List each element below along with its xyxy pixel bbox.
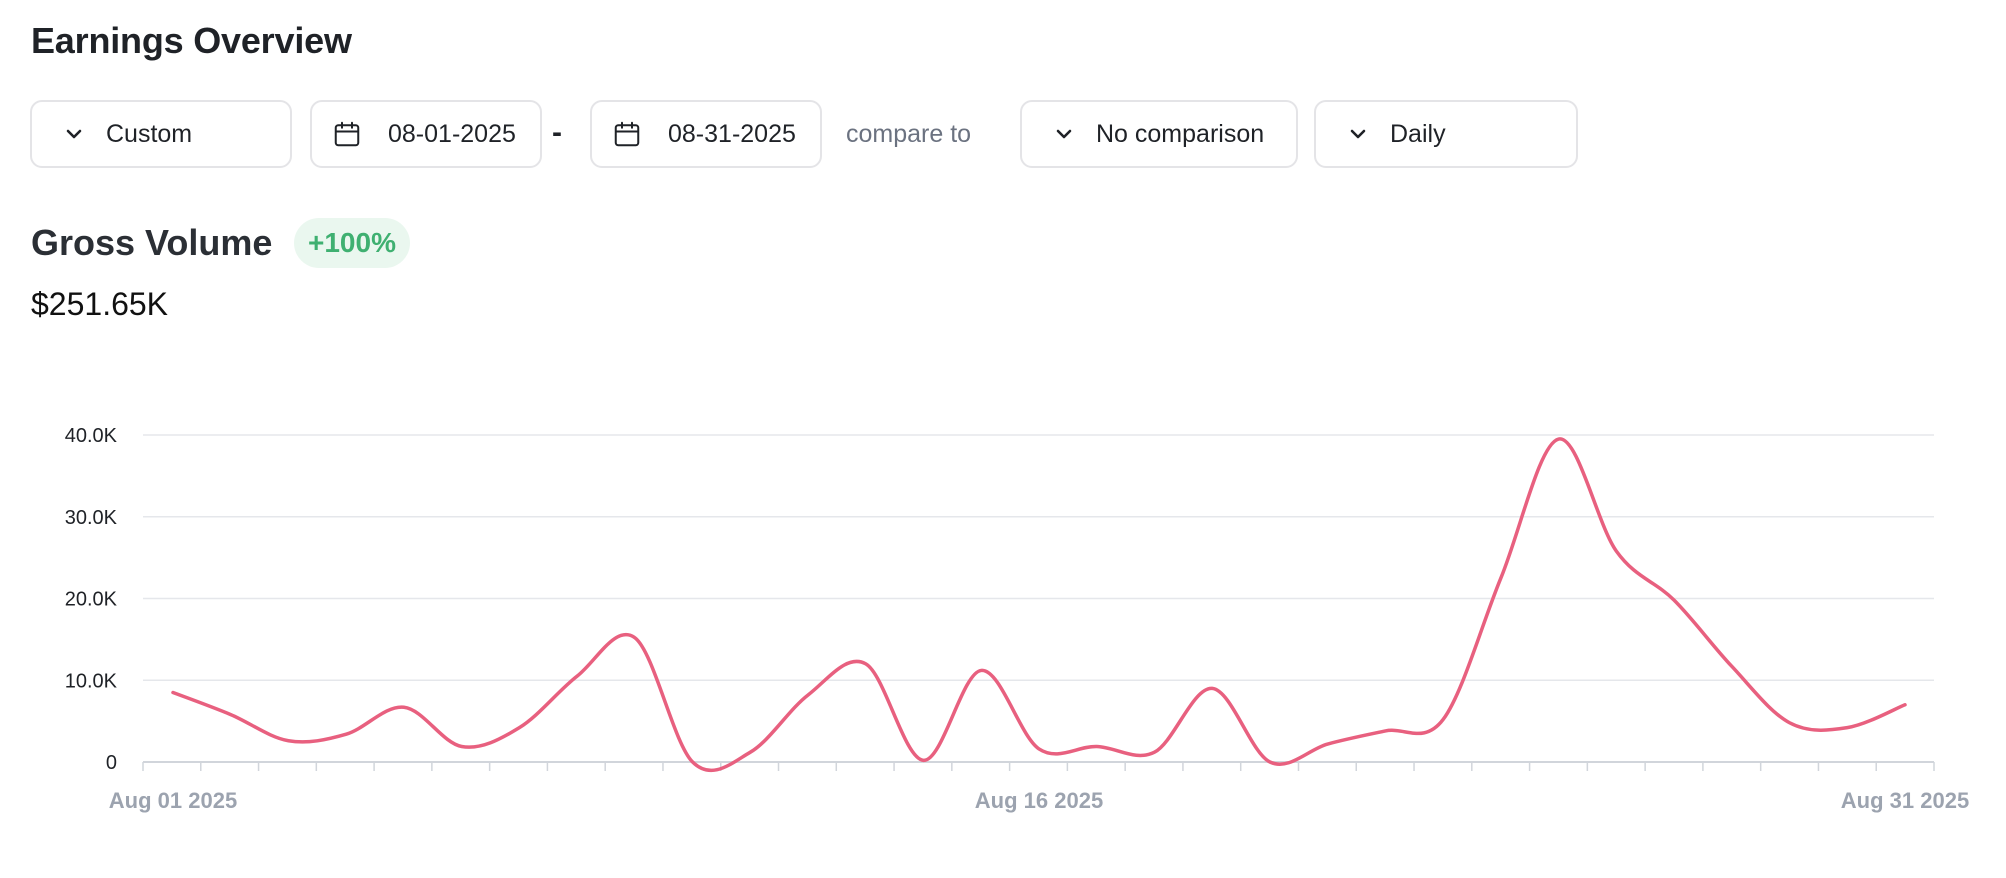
- date-range-separator: -: [552, 116, 562, 149]
- data-point[interactable]: [456, 740, 468, 752]
- compare-to-label: compare to: [846, 120, 972, 148]
- metric-value: $251.65K: [31, 286, 169, 322]
- data-point[interactable]: [1784, 717, 1796, 729]
- y-tick-label: 40.0K: [65, 425, 118, 447]
- data-point[interactable]: [1841, 722, 1853, 734]
- x-tick-label: Aug 31 2025: [1841, 788, 1969, 813]
- data-point[interactable]: [802, 689, 814, 701]
- data-point[interactable]: [1899, 699, 1911, 711]
- data-point[interactable]: [1322, 738, 1334, 750]
- data-point[interactable]: [1033, 743, 1045, 755]
- end-date-picker[interactable]: 08-31-2025: [590, 100, 822, 168]
- filter-bar: Custom 08-01-2025 - 08-31-2025 compare t…: [30, 100, 1980, 168]
- data-point[interactable]: [571, 670, 583, 682]
- data-point[interactable]: [1553, 433, 1565, 445]
- gross-volume-line-chart: 0 10.0K 20.0K 30.0K 40.0K Aug 01 2025 Aug 16 2…: [65, 425, 1969, 813]
- data-point[interactable]: [1610, 545, 1622, 557]
- range-preset-label: Custom: [106, 119, 193, 148]
- data-point[interactable]: [225, 709, 237, 721]
- data-point[interactable]: [1437, 713, 1449, 725]
- y-tick-label: 20.0K: [65, 589, 118, 611]
- data-point[interactable]: [1206, 682, 1218, 694]
- data-point[interactable]: [918, 754, 930, 766]
- data-point[interactable]: [1264, 756, 1276, 768]
- data-point[interactable]: [744, 746, 756, 758]
- data-point[interactable]: [513, 722, 525, 734]
- data-point[interactable]: [282, 735, 294, 747]
- data-point[interactable]: [1668, 594, 1680, 606]
- y-tick-label: 0: [106, 752, 117, 774]
- comparison-label: No comparison: [1096, 119, 1265, 148]
- chevron-down-icon: [66, 129, 82, 139]
- x-tick-label: Aug 01 2025: [109, 788, 237, 813]
- end-date-value: 08-31-2025: [668, 119, 796, 148]
- chevron-down-icon: [1350, 129, 1366, 139]
- range-preset-dropdown[interactable]: Custom: [30, 100, 292, 168]
- data-point[interactable]: [340, 728, 352, 740]
- data-point[interactable]: [687, 756, 699, 768]
- change-badge: +100%: [294, 218, 410, 268]
- x-tick-label: Aug 16 2025: [975, 788, 1103, 813]
- comparison-dropdown[interactable]: No comparison: [1020, 100, 1298, 168]
- data-point[interactable]: [398, 701, 410, 713]
- data-point[interactable]: [860, 658, 872, 670]
- data-point[interactable]: [1379, 725, 1391, 737]
- y-tick-label: 30.0K: [65, 507, 118, 529]
- data-point[interactable]: [1091, 740, 1103, 752]
- data-point[interactable]: [167, 687, 179, 699]
- data-point[interactable]: [1495, 572, 1507, 584]
- calendar-icon: [334, 121, 360, 147]
- calendar-icon: [614, 121, 640, 147]
- data-point[interactable]: [975, 664, 987, 676]
- series-line: [171, 437, 1907, 773]
- data-point[interactable]: [1148, 746, 1160, 758]
- interval-dropdown[interactable]: Daily: [1314, 100, 1578, 168]
- page-title: Earnings Overview: [31, 20, 352, 61]
- start-date-value: 08-01-2025: [388, 119, 516, 148]
- data-point[interactable]: [1726, 660, 1738, 672]
- data-point[interactable]: [629, 632, 641, 644]
- chevron-down-icon: [1056, 129, 1072, 139]
- start-date-picker[interactable]: 08-01-2025: [310, 100, 542, 168]
- metric-title: Gross Volume: [31, 222, 273, 263]
- y-tick-label: 10.0K: [65, 670, 118, 692]
- interval-label: Daily: [1390, 119, 1446, 148]
